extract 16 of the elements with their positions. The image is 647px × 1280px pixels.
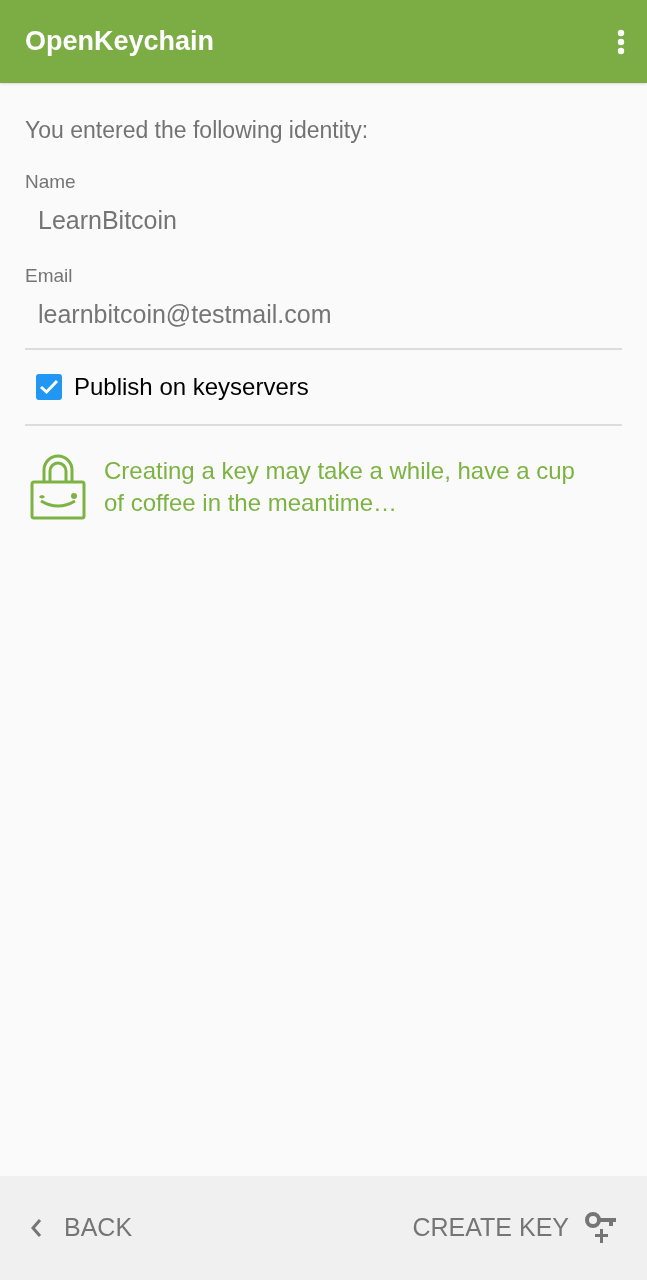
app-title: OpenKeychain xyxy=(25,25,215,59)
field-label: Email xyxy=(25,263,74,288)
create-key-button[interactable]: CREATE KEY xyxy=(412,1209,617,1247)
checkbox-label: Publish on keyservers xyxy=(74,371,309,402)
hint-text: Creating a key may take a while, have a cup of coffee in the meantime… xyxy=(104,455,576,518)
back-button[interactable]: BACK xyxy=(30,1209,133,1247)
field-value: LearnBitcoin xyxy=(37,205,178,236)
checkbox[interactable] xyxy=(36,373,62,400)
intro-text: You entered the following identity: xyxy=(25,116,370,145)
more-options-icon[interactable] xyxy=(617,28,625,55)
padlock-icon xyxy=(30,453,86,520)
key-plus-icon xyxy=(585,1212,617,1244)
field-label: Name xyxy=(25,169,77,194)
field-value: learnbitcoin@testmail.com xyxy=(37,299,333,330)
chevron-left-icon xyxy=(30,1218,42,1238)
checkmark-icon xyxy=(39,378,59,395)
